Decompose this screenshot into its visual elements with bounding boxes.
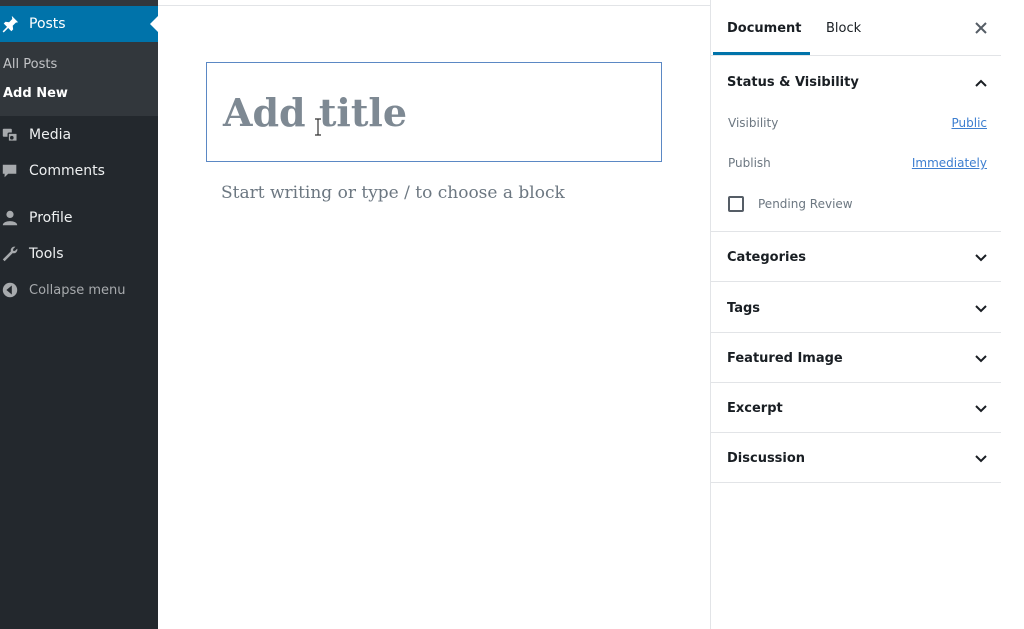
sidebar-item-label: Collapse menu xyxy=(29,282,126,298)
block-appender[interactable]: Start writing or type / to choose a bloc… xyxy=(221,183,565,203)
text-cursor-icon xyxy=(315,118,321,136)
tab-block[interactable]: Block xyxy=(826,0,861,56)
tags-panel[interactable]: Tags xyxy=(711,283,1001,333)
media-icon xyxy=(0,125,20,145)
sidebar-item-media[interactable]: Media xyxy=(0,120,158,150)
section-title: Categories xyxy=(727,250,807,265)
excerpt-panel[interactable]: Excerpt xyxy=(711,383,1001,433)
tab-document[interactable]: Document xyxy=(727,0,802,56)
sidebar-item-label: Posts xyxy=(29,16,66,32)
post-title-input[interactable]: Add title xyxy=(206,62,662,162)
chevron-down-icon xyxy=(975,305,987,313)
pending-review-checkbox[interactable] xyxy=(728,196,744,212)
pushpin-icon xyxy=(0,14,20,34)
categories-panel[interactable]: Categories xyxy=(711,232,1001,282)
discussion-panel[interactable]: Discussion xyxy=(711,433,1001,483)
settings-sidebar: Document Block Status & Visibility Visib… xyxy=(710,0,1001,629)
sidebar-item-label: Profile xyxy=(29,210,73,226)
sidebar-item-label: Comments xyxy=(29,163,105,179)
posts-submenu: All Posts Add New xyxy=(0,42,158,116)
publish-date-toggle[interactable]: Immediately xyxy=(912,156,987,170)
submenu-add-new[interactable]: Add New xyxy=(3,86,68,101)
section-title: Discussion xyxy=(727,451,806,466)
profile-icon xyxy=(0,208,20,228)
sidebar-item-comments[interactable]: Comments xyxy=(0,156,158,186)
editor-header-edge xyxy=(158,0,710,6)
sidebar-item-label: Media xyxy=(29,127,72,143)
close-settings-button[interactable] xyxy=(971,18,991,38)
chevron-up-icon[interactable] xyxy=(973,75,989,91)
status-visibility-title[interactable]: Status & Visibility xyxy=(727,75,859,90)
sidebar-item-label: Tools xyxy=(29,246,64,262)
visibility-label: Visibility xyxy=(728,116,779,130)
tools-icon xyxy=(0,244,20,264)
comments-icon xyxy=(0,161,20,181)
section-title: Tags xyxy=(727,301,761,316)
chevron-down-icon xyxy=(975,405,987,413)
pending-review-label: Pending Review xyxy=(758,197,853,211)
window-edge xyxy=(1001,0,1024,629)
collapse-icon xyxy=(0,280,20,300)
status-visibility-panel: Status & Visibility Visibility Public Pu… xyxy=(711,57,1001,232)
section-title: Featured Image xyxy=(727,351,843,366)
close-icon xyxy=(975,22,987,34)
collapse-menu-button[interactable]: Collapse menu xyxy=(0,275,158,305)
section-title: Excerpt xyxy=(727,401,783,416)
sidebar-item-tools[interactable]: Tools xyxy=(0,239,158,269)
chevron-down-icon xyxy=(975,355,987,363)
sidebar-item-profile[interactable]: Profile xyxy=(0,203,158,233)
submenu-all-posts[interactable]: All Posts xyxy=(3,57,57,72)
publish-label: Publish xyxy=(728,156,771,170)
visibility-toggle[interactable]: Public xyxy=(951,116,987,130)
settings-tabs: Document Block xyxy=(711,0,1001,56)
active-tab-indicator xyxy=(713,52,810,55)
featured-image-panel[interactable]: Featured Image xyxy=(711,333,1001,383)
chevron-down-icon xyxy=(975,455,987,463)
admin-sidebar: Posts All Posts Add New Media Comments P… xyxy=(0,0,158,629)
chevron-down-icon xyxy=(975,254,987,262)
sidebar-item-posts[interactable]: Posts xyxy=(0,6,158,42)
